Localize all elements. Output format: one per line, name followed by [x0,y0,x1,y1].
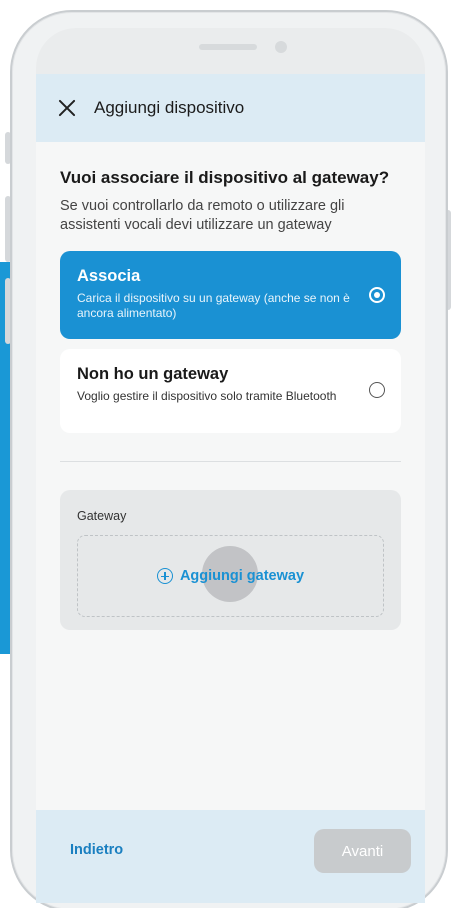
gateway-panel: Gateway Aggiungi gateway [60,490,401,630]
radio-selected-icon[interactable] [369,287,385,303]
app-screen: Aggiungi dispositivo Vuoi associare il d… [36,28,425,903]
footer-bar: Indietro Avanti [36,810,425,903]
back-button[interactable]: Indietro [70,842,123,858]
option-description: Voglio gestire il dispositivo solo trami… [77,389,337,403]
phone-speaker [199,44,257,50]
option-title: Associa [77,267,141,285]
page-title: Aggiungi dispositivo [94,98,245,117]
close-icon[interactable] [58,99,76,117]
add-gateway-button[interactable]: Aggiungi gateway [77,535,384,617]
option-no-gateway[interactable]: Non ho un gateway Voglio gestire il disp… [60,349,401,433]
option-associa[interactable]: Associa Carica il dispositivo su un gate… [60,251,401,339]
main-content: Vuoi associare il dispositivo al gateway… [36,168,425,630]
question-heading: Vuoi associare il dispositivo al gateway… [60,168,390,187]
gateway-label: Gateway [77,509,127,523]
add-gateway-label: Aggiungi gateway [179,568,305,584]
option-title: Non ho un gateway [77,365,229,383]
phone-camera [275,41,287,53]
status-bar [36,28,425,74]
next-button[interactable]: Avanti [314,829,411,873]
plus-circle-icon [156,568,173,584]
option-description: Carica il dispositivo su un gateway (anc… [77,291,350,320]
divider [60,461,401,462]
question-description: Se vuoi controllarlo da remoto o utilizz… [60,198,345,233]
radio-unselected-icon[interactable] [369,382,385,398]
app-header: Aggiungi dispositivo [36,74,425,142]
